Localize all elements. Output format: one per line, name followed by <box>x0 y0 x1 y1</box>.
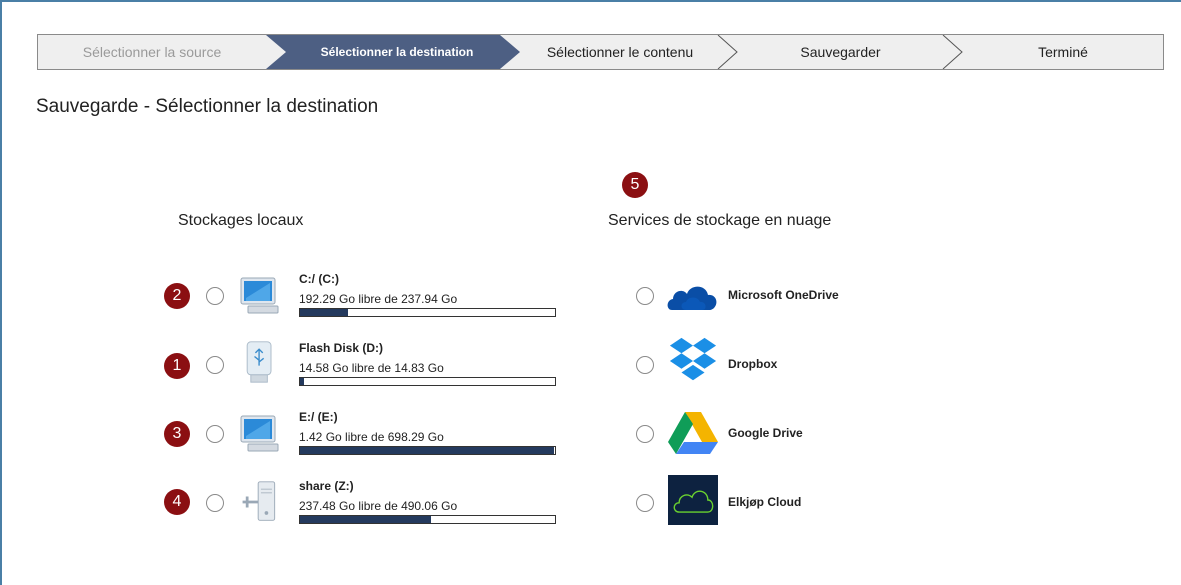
window-border-top <box>0 0 1181 2</box>
step-badge: 1 <box>164 353 190 379</box>
drive-name: E:/ (E:) <box>299 410 338 424</box>
computer-drive-icon <box>240 277 279 314</box>
step-select-source[interactable]: Sélectionner la source <box>38 35 266 69</box>
cloud-service-name: Microsoft OneDrive <box>728 288 839 302</box>
usb-flash-drive-icon <box>246 341 272 383</box>
page-title: Sauvegarde - Sélectionner la destination <box>36 96 379 117</box>
drive-c-radio[interactable] <box>206 287 224 305</box>
drive-name: share (Z:) <box>299 479 354 493</box>
drive-name: C:/ (C:) <box>299 272 339 286</box>
step-badge: 4 <box>164 489 190 515</box>
step-badge: 5 <box>622 172 648 198</box>
step-select-content[interactable]: Sélectionner le contenu <box>520 35 720 69</box>
drive-free-space: 237.48 Go libre de 490.06 Go <box>299 499 458 513</box>
drive-usage-bar <box>299 308 556 317</box>
elkjop-cloud-icon <box>668 475 718 525</box>
step-separator <box>942 35 963 69</box>
drive-name: Flash Disk (D:) <box>299 341 384 355</box>
step-separator <box>717 35 738 69</box>
drive-z-radio[interactable] <box>206 494 224 512</box>
step-select-destination[interactable]: Sélectionner la destination <box>282 35 512 69</box>
drive-free-space: 192.29 Go libre de 237.94 Go <box>299 292 458 306</box>
wizard-steps: Sélectionner la source Sélectionner la d… <box>37 34 1164 70</box>
onedrive-icon <box>667 286 717 310</box>
step-badge: 2 <box>164 283 190 309</box>
drive-usage-bar <box>299 377 556 386</box>
computer-drive-icon <box>240 415 279 452</box>
google-drive-icon <box>668 412 718 454</box>
cloud-storage-title: Services de stockage en nuage <box>608 212 832 229</box>
drive-free-space: 14.58 Go libre de 14.83 Go <box>299 361 444 375</box>
drive-free-space: 1.42 Go libre de 698.29 Go <box>299 430 444 444</box>
onedrive-radio[interactable] <box>636 287 654 305</box>
dropbox-icon <box>669 337 717 381</box>
drive-usage-fill <box>300 378 305 385</box>
local-storage-title: Stockages locaux <box>178 212 304 229</box>
drive-usage-fill <box>300 516 432 523</box>
drive-usage-fill <box>300 447 555 454</box>
cloud-service-name: Dropbox <box>728 357 778 371</box>
step-backup[interactable]: Sauvegarder <box>738 35 943 69</box>
step-badge: 3 <box>164 421 190 447</box>
drive-e-radio[interactable] <box>206 425 224 443</box>
network-share-icon <box>242 481 276 521</box>
cloud-service-name: Google Drive <box>728 426 803 440</box>
step-finished[interactable]: Terminé <box>963 35 1163 69</box>
drive-usage-fill <box>300 309 349 316</box>
cloud-service-name: Elkjøp Cloud <box>728 495 802 509</box>
google-drive-radio[interactable] <box>636 425 654 443</box>
dropbox-radio[interactable] <box>636 356 654 374</box>
drive-d-radio[interactable] <box>206 356 224 374</box>
elkjop-cloud-radio[interactable] <box>636 494 654 512</box>
drive-usage-bar <box>299 515 556 524</box>
window-border-left <box>0 0 2 585</box>
drive-usage-bar <box>299 446 556 455</box>
